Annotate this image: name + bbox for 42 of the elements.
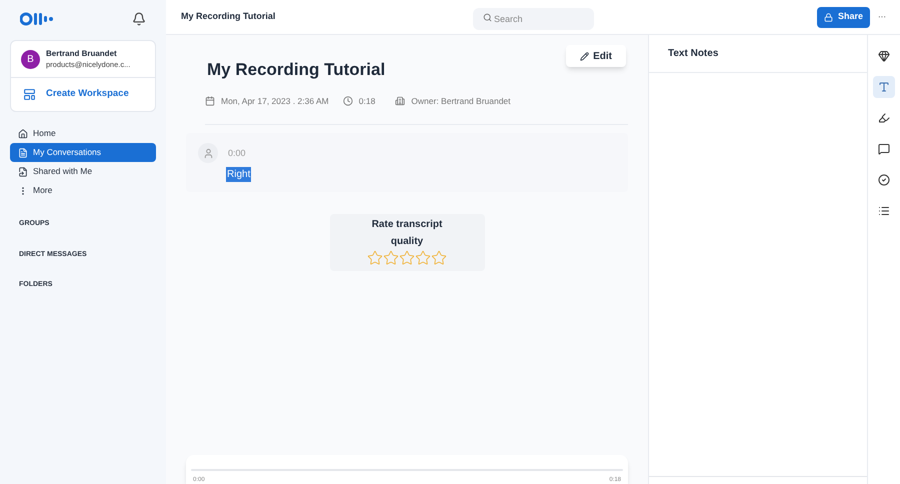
avatar[interactable]: B [21, 50, 40, 68]
lock-icon [824, 12, 833, 22]
nav-item[interactable]: More [10, 181, 156, 200]
rating-label: Rate transcript quality [370, 218, 444, 249]
nav-item[interactable]: My Conversations [10, 143, 156, 162]
conversation-title: My Recording Tutorial [207, 59, 386, 81]
rating-star-icon[interactable] [431, 250, 447, 266]
search-icon [483, 13, 492, 22]
logo-icon[interactable] [20, 12, 54, 26]
share-button[interactable]: Share [816, 6, 870, 28]
rating-star-icon[interactable] [367, 250, 383, 266]
edit-button[interactable]: Edit [566, 45, 626, 67]
rating-star-icon[interactable] [399, 250, 415, 266]
home-icon [18, 128, 28, 138]
diamond-icon [878, 50, 890, 62]
transcript-text: Right [226, 166, 252, 182]
notes-title: Text Notes [668, 47, 718, 61]
letter-t-icon [878, 81, 890, 93]
rating-star-icon[interactable] [415, 250, 431, 266]
recording-duration: 0:18 [358, 94, 376, 108]
comment-icon [878, 143, 890, 155]
marker-icon [878, 112, 890, 124]
recording-date: Mon, Apr 17, 2023 . 2:36 AM [221, 94, 329, 108]
calendar-icon [205, 96, 215, 106]
header-title: My Recording Tutorial [181, 10, 276, 24]
create-workspace-button[interactable]: Create Workspace [11, 78, 155, 111]
clock-icon [342, 96, 353, 106]
speaker-avatar[interactable] [198, 143, 218, 164]
more-button[interactable]: ··· [870, 11, 894, 23]
recording-owner: Owner: Bertrand Bruandet [411, 94, 511, 108]
shared-icon [18, 166, 28, 176]
user-name: Bertrand Bruandet [46, 48, 118, 59]
search-field[interactable]: Search [473, 8, 594, 30]
circle-tick-icon [878, 174, 890, 186]
nav-item[interactable]: Home [10, 124, 156, 143]
conversations-icon [18, 148, 28, 158]
pencil-icon [580, 52, 590, 60]
rating-star-icon[interactable] [383, 250, 399, 266]
person-icon [202, 148, 214, 159]
nav-item[interactable]: Shared with Me [10, 162, 156, 181]
notifications-icon[interactable] [132, 12, 146, 26]
text-panel-button[interactable] [873, 76, 895, 98]
